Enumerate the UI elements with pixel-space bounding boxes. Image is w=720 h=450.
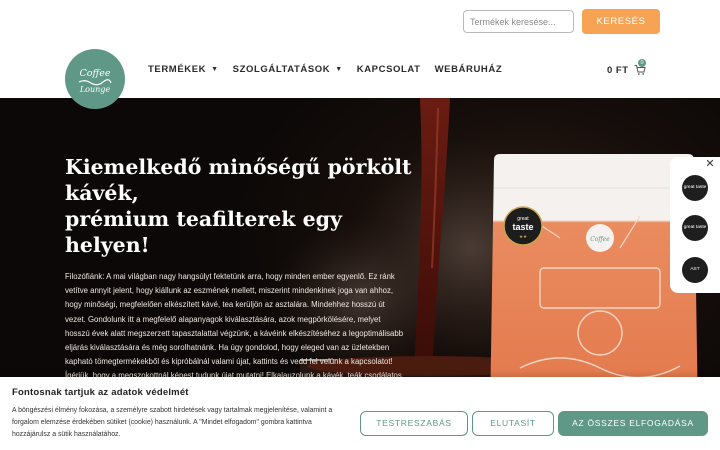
cookie-description: A böngészési élmény fokozása, a személyr… xyxy=(12,407,333,438)
svg-text:taste: taste xyxy=(512,222,533,232)
svg-text:Lounge: Lounge xyxy=(79,85,111,94)
main-nav: TERMÉKEK ▼ SZOLGÁLTATÁSOK ▼ KAPCSOLAT WE… xyxy=(148,64,502,75)
nav-item-szolgaltatasok[interactable]: SZOLGÁLTATÁSOK ▼ xyxy=(233,64,343,75)
close-icon[interactable]: ✕ xyxy=(704,157,716,170)
search-button[interactable]: KERESÉS xyxy=(582,9,660,34)
svg-text:Coffee: Coffee xyxy=(80,68,111,79)
search-input[interactable] xyxy=(463,10,574,33)
award-badge-text: AST xyxy=(690,267,700,273)
decline-cookies-button[interactable]: ELUTASÍT xyxy=(472,411,554,436)
svg-text:Coffee: Coffee xyxy=(590,236,610,243)
hero-title-line: Kiemelkedő minőségű pörkölt xyxy=(65,155,412,179)
site-logo[interactable]: Coffee Lounge xyxy=(65,49,125,109)
cart-total: 0 FT xyxy=(607,64,629,76)
award-badge-great-taste[interactable]: great taste xyxy=(682,175,708,201)
award-badge-text: great taste xyxy=(683,185,707,191)
nav-item-kapcsolat[interactable]: KAPCSOLAT xyxy=(357,64,421,75)
cookie-consent-banner: Fontosnak tartjuk az adatok védelmét A b… xyxy=(0,377,720,450)
hero-title-line: kávék, xyxy=(65,181,139,205)
chevron-down-icon: ▼ xyxy=(211,66,219,73)
chevron-down-icon: ▼ xyxy=(335,66,343,73)
nav-item-label: WEBÁRUHÁZ xyxy=(434,64,503,75)
award-badge-great-taste[interactable]: great taste xyxy=(682,215,708,241)
svg-text:★★: ★★ xyxy=(519,234,527,240)
cart-count-badge: 0 xyxy=(638,59,646,67)
nav-item-termekek[interactable]: TERMÉKEK ▼ xyxy=(148,64,219,75)
award-badge-text: great taste xyxy=(683,225,707,231)
hero-title: Kiemelkedő minőségű pörkölt kávék, prémi… xyxy=(65,154,425,258)
cookie-title: Fontosnak tartjuk az adatok védelmét xyxy=(12,387,189,398)
nav-item-label: KAPCSOLAT xyxy=(356,64,421,75)
awards-panel: ✕ great taste great taste AST xyxy=(670,157,720,293)
award-badge-ast[interactable]: AST xyxy=(682,257,708,283)
hero-title-line: prémium teafilterek egy helyen! xyxy=(65,207,342,257)
nav-item-webaruhaz[interactable]: WEBÁRUHÁZ xyxy=(435,64,503,75)
customize-cookies-button[interactable]: TESTRESZABÁS xyxy=(360,411,468,436)
nav-item-label: SZOLGÁLTATÁSOK xyxy=(232,64,331,75)
accept-all-cookies-button[interactable]: AZ ÖSSZES ELFOGADÁSA xyxy=(558,411,708,436)
coffee-logo-icon: Coffee Lounge xyxy=(78,68,112,94)
nav-item-label: TERMÉKEK xyxy=(148,64,207,75)
